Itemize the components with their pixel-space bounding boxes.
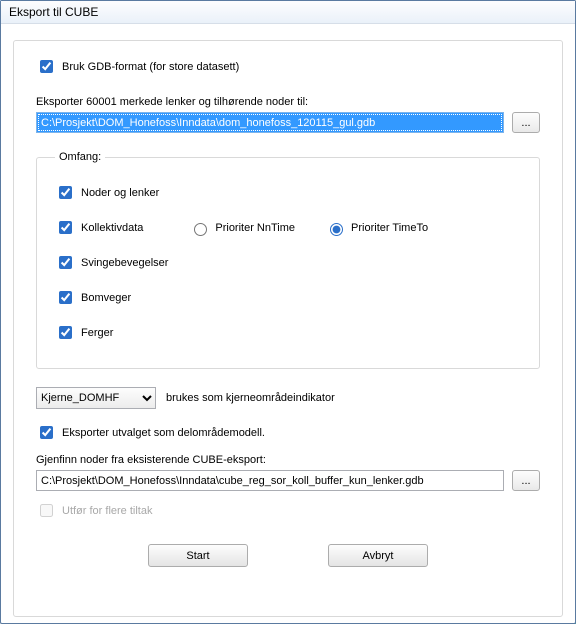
tiltak-label: Utfør for flere tiltak [62, 505, 152, 517]
window-title: Eksport til CUBE [9, 5, 98, 19]
button-row: Start Avbryt [36, 544, 540, 567]
gjenfinn-label: Gjenfinn noder fra eksisterende CUBE-eks… [36, 454, 540, 466]
prioriter-nn-label: Prioriter NnTime [215, 222, 295, 234]
start-button[interactable]: Start [148, 544, 248, 567]
kollektiv-checkbox[interactable] [59, 221, 72, 234]
noder-row: Noder og lenker [55, 175, 521, 210]
kjerne-select[interactable]: Kjerne_DOMHF [36, 387, 156, 409]
gjenfinn-path-input[interactable] [36, 470, 504, 491]
kollektiv-label: Kollektivdata [81, 222, 143, 234]
delomrade-label: Eksporter utvalget som delområdemodell. [62, 427, 265, 439]
gjenfinn-path-row: ... [36, 470, 540, 491]
browse-gjenfinn-button[interactable]: ... [512, 470, 540, 491]
gdb-label: Bruk GDB-format (for store datasett) [62, 61, 239, 73]
kjerne-desc: brukes som kjerneområdeindikator [166, 392, 335, 404]
delomrade-row: Eksporter utvalget som delområdemodell. [36, 423, 540, 442]
export-path-row: ... [36, 112, 540, 133]
prioriter-nn-radio[interactable] [194, 223, 207, 236]
svinge-label: Svingebevegelser [81, 257, 168, 269]
ferger-checkbox[interactable] [59, 326, 72, 339]
browse-export-button[interactable]: ... [512, 112, 540, 133]
bomveger-checkbox[interactable] [59, 291, 72, 304]
ellipsis-icon: ... [521, 117, 530, 129]
avbryt-button[interactable]: Avbryt [328, 544, 428, 567]
delomrade-checkbox[interactable] [40, 426, 53, 439]
gdb-row: Bruk GDB-format (for store datasett) [36, 57, 540, 76]
prioriter-nn-option[interactable]: Prioriter NnTime [189, 220, 295, 236]
bomveger-label: Bomveger [81, 292, 131, 304]
noder-checkbox[interactable] [59, 186, 72, 199]
export-path-input[interactable] [36, 112, 504, 133]
prioriter-tt-radio[interactable] [330, 223, 343, 236]
prioriter-tt-label: Prioriter TimeTo [351, 222, 428, 234]
tiltak-row: Utfør for flere tiltak [36, 501, 540, 520]
content: Bruk GDB-format (for store datasett) Eks… [1, 24, 575, 623]
window: Eksport til CUBE Bruk GDB-format (for st… [0, 0, 576, 624]
prioriter-radios: Prioriter NnTime Prioriter TimeTo [189, 220, 428, 236]
bomveger-row: Bomveger [55, 280, 521, 315]
export-heading: Eksporter 60001 merkede lenker og tilhør… [36, 96, 540, 108]
ferger-row: Ferger [55, 315, 521, 350]
kjerne-row: Kjerne_DOMHF brukes som kjerneområdeindi… [36, 387, 540, 409]
panel: Bruk GDB-format (for store datasett) Eks… [13, 40, 563, 617]
titlebar: Eksport til CUBE [1, 1, 575, 24]
svinge-row: Svingebevegelser [55, 245, 521, 280]
gdb-checkbox[interactable] [40, 60, 53, 73]
prioriter-tt-option[interactable]: Prioriter TimeTo [325, 220, 428, 236]
omfang-fieldset: Omfang: Noder og lenker Kollektivdata Pr… [36, 151, 540, 369]
noder-label: Noder og lenker [81, 187, 159, 199]
omfang-legend: Omfang: [55, 151, 105, 163]
tiltak-checkbox [40, 504, 53, 517]
kollektiv-row: Kollektivdata Prioriter NnTime Prioriter… [55, 210, 521, 245]
ferger-label: Ferger [81, 327, 113, 339]
svinge-checkbox[interactable] [59, 256, 72, 269]
ellipsis-icon: ... [521, 475, 530, 487]
